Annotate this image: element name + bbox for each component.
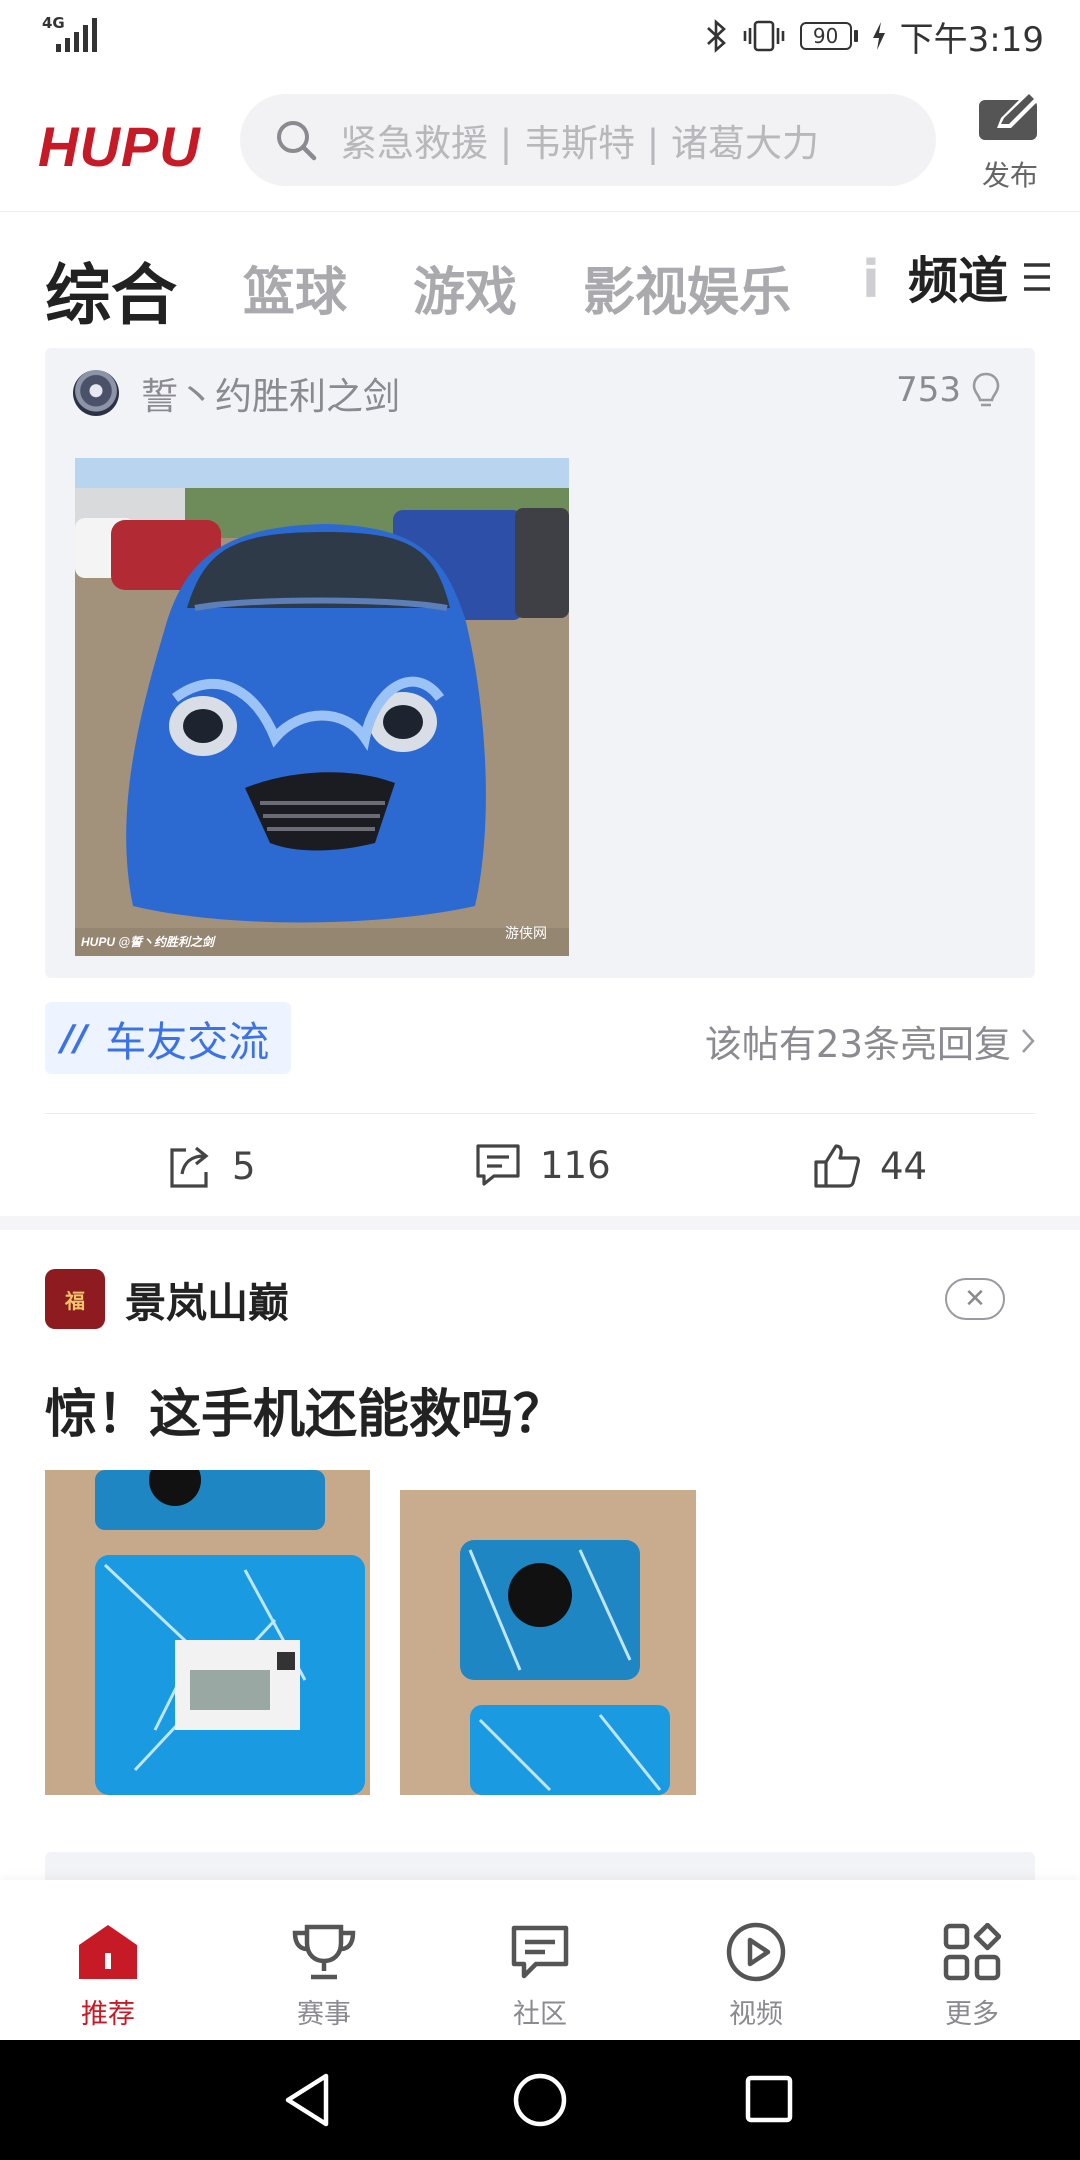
share-icon xyxy=(170,1146,209,1188)
like-button[interactable]: 44 xyxy=(812,1142,927,1190)
nav-matches[interactable]: 赛事 xyxy=(264,1920,384,2031)
quote-author: 誓丶约胜利之剑 xyxy=(73,364,400,422)
topic-label: 车友交流 xyxy=(105,1018,270,1066)
clock: 下午3:19 xyxy=(899,19,1044,60)
home-icon xyxy=(79,1925,137,1979)
quote-author-name: 誓丶约胜利之剑 xyxy=(141,375,400,418)
app-header: HUPU 紧急救援 | 韦斯特 | 诸葛大力 发布 xyxy=(0,72,1080,212)
grid-icon xyxy=(943,1923,1001,1981)
hupu-logo[interactable]: HUPU xyxy=(38,114,201,179)
play-icon xyxy=(726,1922,786,1982)
topic-tag[interactable]: // 车友交流 xyxy=(45,1002,292,1074)
nav-recommend[interactable]: 推荐 xyxy=(48,1920,168,2031)
menu-icon xyxy=(1024,263,1050,291)
nav-recommend-label: 推荐 xyxy=(81,1999,135,2030)
post-action-bar: 5 116 44 xyxy=(0,1124,1080,1212)
light-count[interactable]: 753 xyxy=(896,370,1001,410)
nav-more-label: 更多 xyxy=(945,1999,999,2030)
back-icon[interactable] xyxy=(282,2072,332,2128)
lightbulb-icon xyxy=(972,372,1000,407)
category-tabs: 综合 篮球 游戏 影视娱乐 i 频道 xyxy=(0,212,1080,342)
publish-button[interactable]: 发布 xyxy=(972,92,1048,194)
publish-label: 发布 xyxy=(981,159,1038,192)
comment-count: 116 xyxy=(540,1143,611,1187)
section-divider xyxy=(0,1216,1080,1230)
topic-row: // 车友交流 该帖有23条亮回复 xyxy=(45,1002,1035,1074)
post-title[interactable]: 惊！这手机还能救吗？ xyxy=(45,1372,565,1447)
tab-basketball[interactable]: 篮球 xyxy=(243,250,347,325)
share-button[interactable]: 5 xyxy=(166,1142,256,1190)
bright-replies-link[interactable]: 该帖有23条亮回复 xyxy=(705,1014,1035,1068)
recents-icon[interactable] xyxy=(744,2072,794,2128)
dismiss-button[interactable]: ✕ xyxy=(945,1278,1005,1320)
nav-video-label: 视频 xyxy=(729,1999,783,2030)
topic-hash-icon: // xyxy=(61,1017,88,1059)
tab-general[interactable]: 综合 xyxy=(45,242,177,338)
nav-matches-label: 赛事 xyxy=(297,1999,351,2030)
thumbs-up-icon xyxy=(814,1144,860,1188)
post-author-name: 景岚山巅 xyxy=(125,1279,289,1327)
channel-button[interactable]: 频道 xyxy=(878,212,1080,342)
image-watermark-left: HUPU @誓丶约胜利之剑 xyxy=(81,935,216,949)
comment-button[interactable]: 116 xyxy=(474,1142,611,1188)
tab-movies-entertainment[interactable]: 影视娱乐 xyxy=(583,250,791,325)
bluetooth-icon xyxy=(706,19,726,53)
chat-icon xyxy=(511,1925,569,1979)
avatar[interactable]: 福 xyxy=(45,1269,105,1329)
system-navigation-bar xyxy=(0,2040,1080,2160)
battery-icon: 90 xyxy=(799,22,858,50)
vibrate-icon xyxy=(743,20,784,52)
quoted-reply-card[interactable]: 誓丶约胜利之剑 753 HUPU @誓丶约胜利之剑 游侠网 xyxy=(45,348,1035,978)
phone-photo-2[interactable] xyxy=(400,1470,696,1795)
close-icon: ✕ xyxy=(964,1284,986,1314)
light-count-value: 753 xyxy=(896,370,961,410)
search-placeholder: 紧急救援 | 韦斯特 | 诸葛大力 xyxy=(340,122,819,165)
phone-photo-1[interactable] xyxy=(45,1470,370,1795)
bright-replies-text: 该帖有23条亮回复 xyxy=(704,1023,1011,1066)
search-icon xyxy=(277,121,317,161)
trophy-icon xyxy=(292,1924,356,1980)
chevron-right-icon xyxy=(1022,1029,1035,1053)
battery-level: 90 xyxy=(799,22,852,50)
avatar[interactable] xyxy=(73,370,119,416)
nav-community[interactable]: 社区 xyxy=(480,1920,600,2031)
signal-bars-icon xyxy=(56,18,97,52)
nav-more[interactable]: 更多 xyxy=(912,1920,1032,2031)
divider xyxy=(45,1113,1035,1114)
nav-community-label: 社区 xyxy=(513,1999,567,2030)
edit-icon xyxy=(979,92,1037,140)
search-bar[interactable]: 紧急救援 | 韦斯特 | 诸葛大力 xyxy=(240,94,936,186)
tab-games[interactable]: 游戏 xyxy=(413,250,517,325)
share-count: 5 xyxy=(232,1144,256,1188)
car-photo[interactable]: HUPU @誓丶约胜利之剑 游侠网 xyxy=(75,458,569,956)
channel-label: 频道 xyxy=(908,252,1008,310)
like-count: 44 xyxy=(880,1144,928,1188)
next-card-edge xyxy=(45,1852,1035,1882)
comment-icon xyxy=(476,1144,520,1186)
image-watermark-right: 游侠网 xyxy=(505,926,547,942)
status-bar: 4G 90 下午3:19 xyxy=(0,0,1080,72)
bottom-navigation: 推荐 赛事 社区 视频 更多 xyxy=(0,1880,1080,2040)
home-circle-icon[interactable] xyxy=(512,2072,568,2128)
post-author[interactable]: 福 景岚山巅 xyxy=(45,1268,289,1330)
charging-icon xyxy=(872,22,885,50)
nav-video[interactable]: 视频 xyxy=(696,1920,816,2031)
